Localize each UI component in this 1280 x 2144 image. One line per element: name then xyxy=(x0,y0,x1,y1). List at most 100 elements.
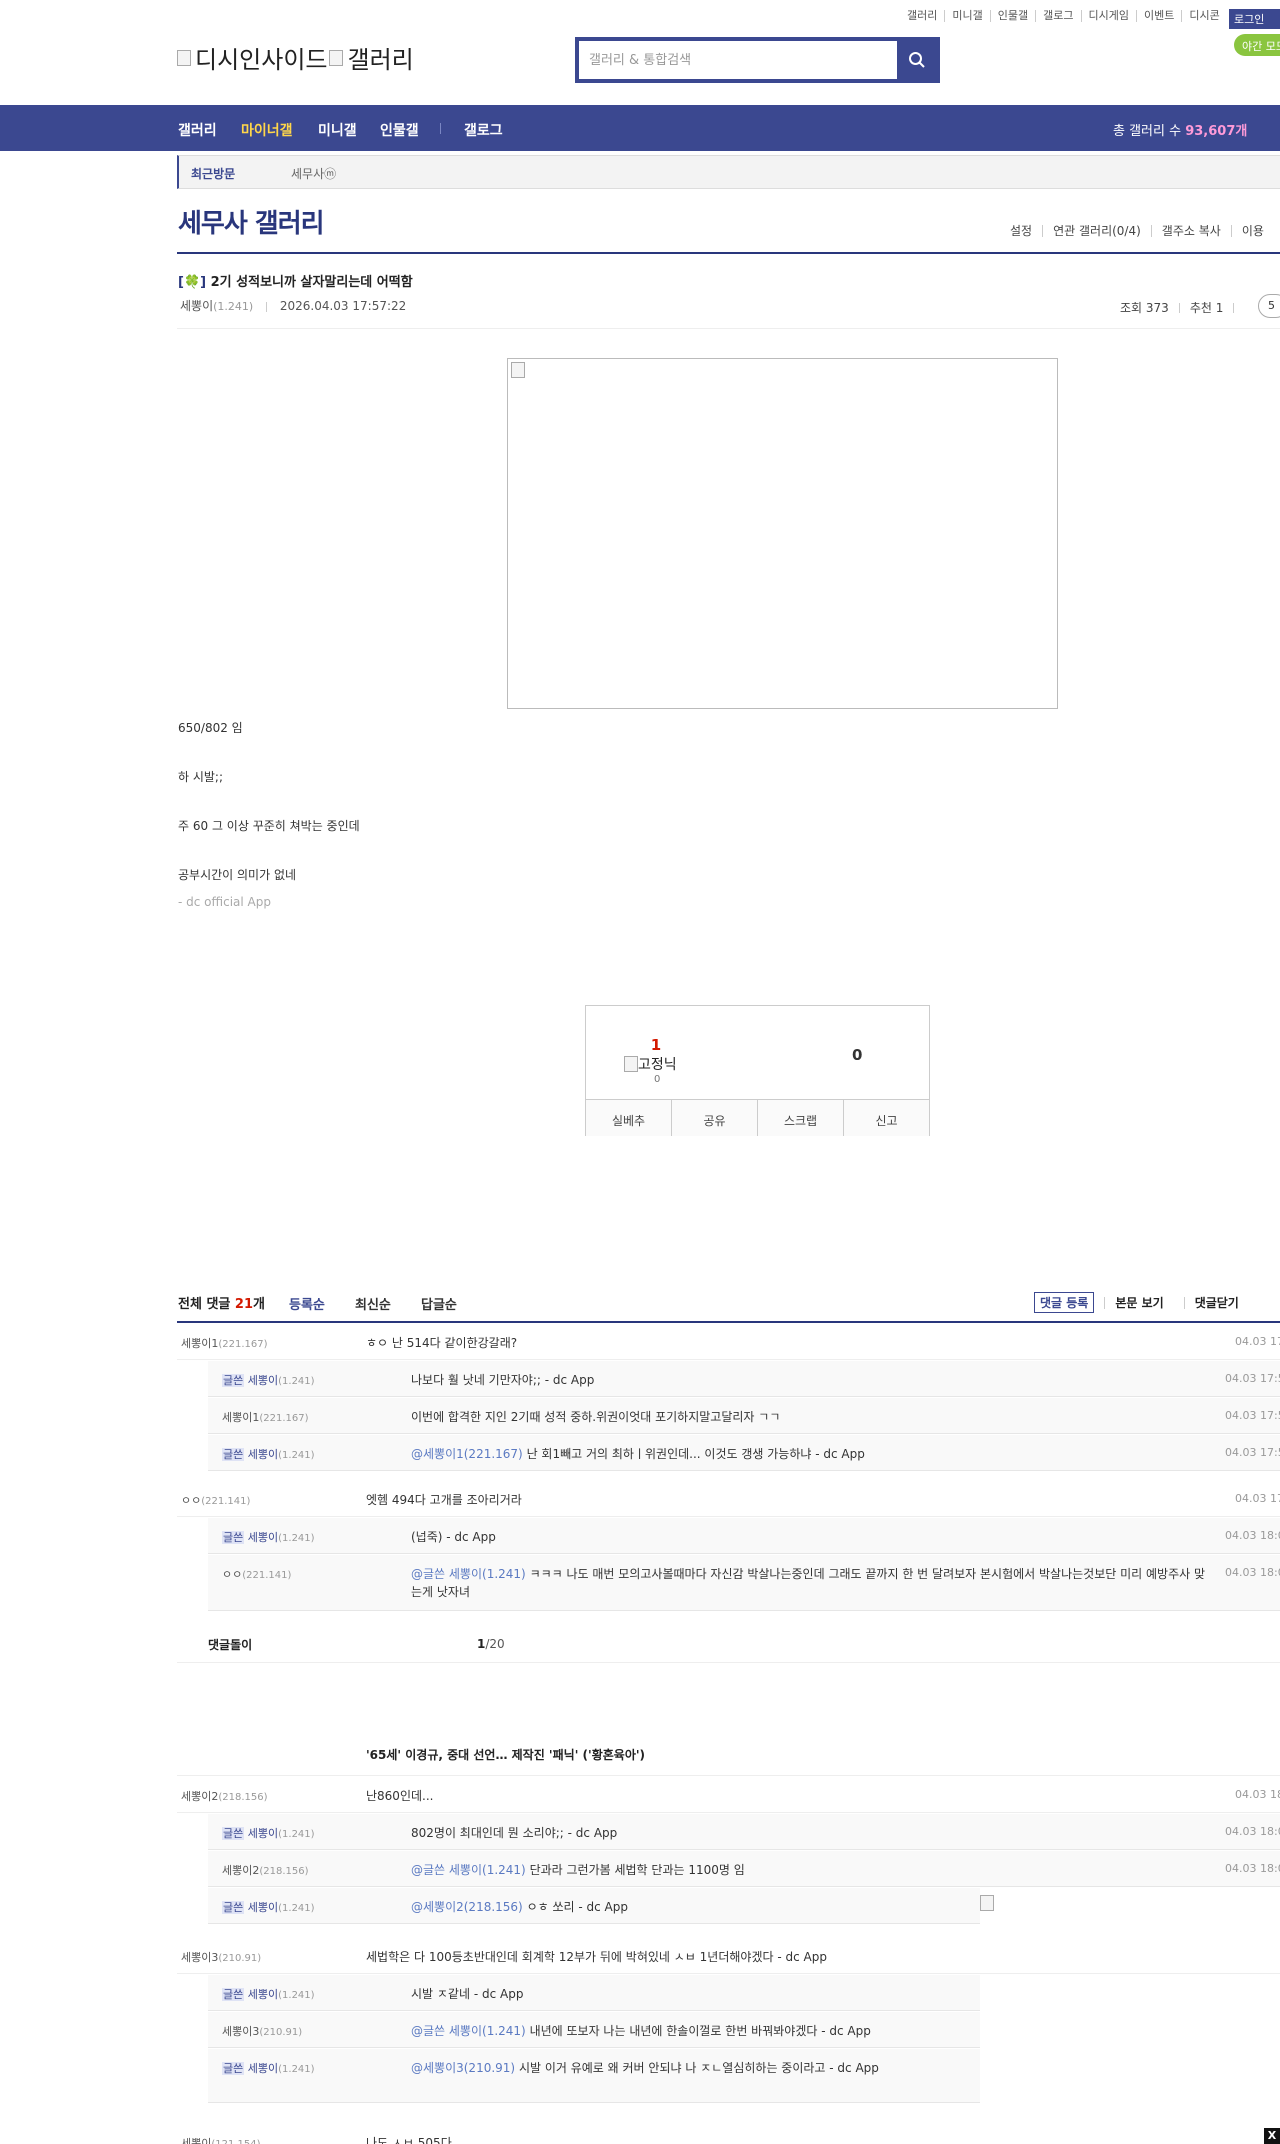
comment-date: 04.03 17:59:00 xyxy=(1235,1492,1280,1505)
comment-mention[interactable]: @세뽕이3(210.91) xyxy=(411,2061,515,2075)
sort-registered-tab[interactable]: 등록순 xyxy=(289,1294,325,1313)
site-logo[interactable]: 디시인사이드 갤러리 xyxy=(177,40,414,75)
comment-nick[interactable]: 글쓴 세뽕이(1.241) xyxy=(222,1372,315,1388)
comment-nick-text: 세뽕이 xyxy=(247,1988,279,2001)
recent-visit-bar: 최근방문 세무사ⓜ xyxy=(177,155,1280,189)
meta-divider xyxy=(266,301,268,312)
nav-person-gallery[interactable]: 인물갤 xyxy=(380,120,419,140)
comment-nick[interactable]: 세뽕이2(218.156) xyxy=(181,1788,268,1804)
usage-link[interactable]: 이용 xyxy=(1230,225,1274,237)
comment-nick[interactable]: 세뽕이3(210.91) xyxy=(181,1949,261,1965)
share-button[interactable]: 공유 xyxy=(671,1100,757,1136)
topnav-minigal[interactable]: 미니갤 xyxy=(944,10,989,22)
comment-mention[interactable]: @세뽕이1(221.167) xyxy=(411,1447,523,1461)
topnav-event[interactable]: 이벤트 xyxy=(1135,10,1181,22)
recent-visit-label[interactable]: 최근방문 xyxy=(191,165,235,182)
topnav-dcgame[interactable]: 디시게임 xyxy=(1080,10,1136,22)
recommend-up-count[interactable]: 1 xyxy=(646,1036,666,1054)
comment-nick[interactable]: 글쓴 세뽕이(1.241) xyxy=(222,1446,315,1462)
comment-nick[interactable]: ㅇㅇ(221.141) xyxy=(181,1492,250,1508)
comment-total-count: 21 xyxy=(234,1297,253,1312)
login-button[interactable]: 로그인 xyxy=(1229,9,1280,29)
comment-row: ㅇㅇ(221.141) 엣헴 494다 고개를 조아리거라 04.03 17:59:… xyxy=(177,1481,1280,1517)
comment-nick[interactable]: 글쓴 세뽕이(1.241) xyxy=(222,1825,315,1841)
post-image[interactable] xyxy=(507,358,1058,709)
comment-ip: (1.241) xyxy=(278,1376,315,1387)
comment-ip: (1.241) xyxy=(278,1533,315,1544)
comment-mention[interactable]: @글쓴 세뽕이(1.241) xyxy=(411,1567,526,1581)
topnav-dccon[interactable]: 디시콘 xyxy=(1181,10,1226,22)
comment-nick-text: 세뽕이3 xyxy=(222,2025,260,2038)
comment-nick[interactable]: 세뽕이(121.154) xyxy=(181,2135,261,2144)
topnav-persongal[interactable]: 인물갤 xyxy=(989,10,1035,22)
post-body-line: 650/802 임 xyxy=(178,721,243,735)
reply-comment-row: 세뽕이2(218.156) @글쓴 세뽕이(1.241) 단과라 그런가봄 세법학… xyxy=(208,1851,1280,1887)
comment-nick[interactable]: 세뽕이3(210.91) xyxy=(222,2023,302,2039)
comment-nick[interactable]: ㅇㅇ(221.141) xyxy=(222,1566,291,1582)
comment-nick[interactable]: 글쓴 세뽕이(1.241) xyxy=(222,1899,315,1915)
post-author[interactable]: 세뽕이 xyxy=(180,299,213,313)
comment-nick-text: 세뽕이 xyxy=(247,1827,279,1840)
comment-nick[interactable]: 세뽕이1(221.167) xyxy=(222,1409,309,1425)
search-input[interactable] xyxy=(579,41,897,79)
reply-comment-row: 세뽕이1(221.167) 이번에 합격한 지인 2기때 성적 중하.위권이엇대 … xyxy=(208,1398,1280,1434)
comment-date: 04.03 17:59:00 xyxy=(1225,1409,1280,1422)
comment-nick[interactable]: 글쓴 세뽕이(1.241) xyxy=(222,2060,315,2076)
comment-row: 세뽕이2(218.156) 난860인데... 04.03 18:00:00 xyxy=(177,1777,1280,1813)
topnav-gallog[interactable]: 갤로그 xyxy=(1035,10,1080,22)
topnav-gallery[interactable]: 갤러리 xyxy=(900,10,944,22)
comment-nick-text: 세뽕이 xyxy=(181,2137,212,2144)
close-comments-button[interactable]: 댓글닫기 xyxy=(1183,1296,1249,1309)
comment-nick[interactable]: 글쓴 세뽕이(1.241) xyxy=(222,1986,315,2002)
comment-bot-label: 댓글돌이 xyxy=(208,1638,253,1652)
search-button[interactable] xyxy=(897,41,936,79)
comment-nick-text: 세뽕이3 xyxy=(181,1951,219,1964)
broken-image-icon xyxy=(329,49,344,66)
comment-date: 04.03 17:59:00 xyxy=(1225,1372,1280,1385)
view-post-button[interactable]: 본문 보기 xyxy=(1104,1296,1173,1309)
reply-comment-row: 글쓴 세뽕이(1.241) 나보다 훨 낫네 기만자야;; - dc App 04.… xyxy=(208,1361,1280,1397)
comment-nick[interactable]: 세뽕이1(221.167) xyxy=(181,1335,268,1351)
comment-nick[interactable]: 글쓴 세뽕이(1.241) xyxy=(222,1529,315,1545)
recent-visit-item[interactable]: 세무사ⓜ xyxy=(291,165,336,182)
comment-mention[interactable]: @글쓴 세뽕이(1.241) xyxy=(411,1863,526,1877)
op-tag: 글쓴 xyxy=(222,1901,245,1914)
comment-text: 나도 ㅅㅂ 505다 xyxy=(366,2134,452,2144)
comment-mention[interactable]: @세뽕이2(218.156) xyxy=(411,1900,523,1914)
broken-image-icon xyxy=(177,49,191,66)
report-button[interactable]: 신고 xyxy=(843,1100,929,1136)
nav-gallery[interactable]: 갤러리 xyxy=(178,120,217,140)
post-datetime: 2026.04.03 17:57:22 xyxy=(279,299,407,313)
nav-mini-gallery[interactable]: 미니갤 xyxy=(318,120,357,140)
nav-gallog[interactable]: 갤로그 xyxy=(464,120,503,140)
sort-latest-tab[interactable]: 최신순 xyxy=(355,1294,391,1313)
comment-ip: (210.91) xyxy=(218,1953,262,1964)
search-icon xyxy=(908,52,925,68)
fixed-nick-recommend: 고정닉 xyxy=(624,1054,677,1074)
recommend-down-count[interactable]: 0 xyxy=(852,1046,862,1064)
close-icon[interactable]: X xyxy=(1264,2128,1280,2144)
copy-gallery-url-link[interactable]: 갤주소 복사 xyxy=(1150,225,1231,237)
recommend-actions: 실베추 공유 스크랩 신고 xyxy=(586,1099,929,1136)
comment-write-button[interactable]: 댓글 등록 xyxy=(1034,1292,1095,1313)
comment-row: 세뽕이(121.154) 나도 ㅅㅂ 505다 xyxy=(177,2124,1280,2144)
comment-body: 나도 ㅅㅂ 505다 xyxy=(366,2136,452,2144)
logo-section-text: 갤러리 xyxy=(347,46,414,74)
comment-text: @세뽕이1(221.167) 난 회1빼고 거의 최하ㅣ위권인데... 이것도 … xyxy=(411,1445,1211,1463)
comment-ip: (1.241) xyxy=(278,1903,315,1914)
comment-count-badge[interactable]: 5 xyxy=(1258,294,1280,318)
gallery-title[interactable]: 세무사 갤러리 xyxy=(178,203,325,240)
scrap-button[interactable]: 스크랩 xyxy=(757,1100,843,1136)
related-gallery-link[interactable]: 연관 갤러리(0/4) xyxy=(1042,225,1151,237)
comment-nick[interactable]: 세뽕이2(218.156) xyxy=(222,1862,309,1878)
comment-mention[interactable]: @글쓴 세뽕이(1.241) xyxy=(411,2024,526,2038)
comment-row: 세뽕이3(210.91) 세법학은 다 100등초반대인데 회계학 12부가 뒤에… xyxy=(177,1938,1280,1974)
nav-minor-gallery[interactable]: 마이너갤 xyxy=(241,120,293,140)
night-mode-toggle[interactable]: 야간 모드 xyxy=(1234,34,1280,56)
comment-date: 04.03 17:58:00 xyxy=(1235,1335,1280,1348)
best-recommend-button[interactable]: 실베추 xyxy=(586,1100,671,1136)
gallery-settings-link[interactable]: 설정 xyxy=(1000,225,1042,237)
comment-nick-text: ㅇㅇ xyxy=(222,1568,243,1581)
sort-replies-tab[interactable]: 답글순 xyxy=(421,1294,457,1313)
news-link[interactable]: '65세' 이경규, 중대 선언… 제작진 '패닉' ('황혼육아') xyxy=(366,1746,645,1763)
